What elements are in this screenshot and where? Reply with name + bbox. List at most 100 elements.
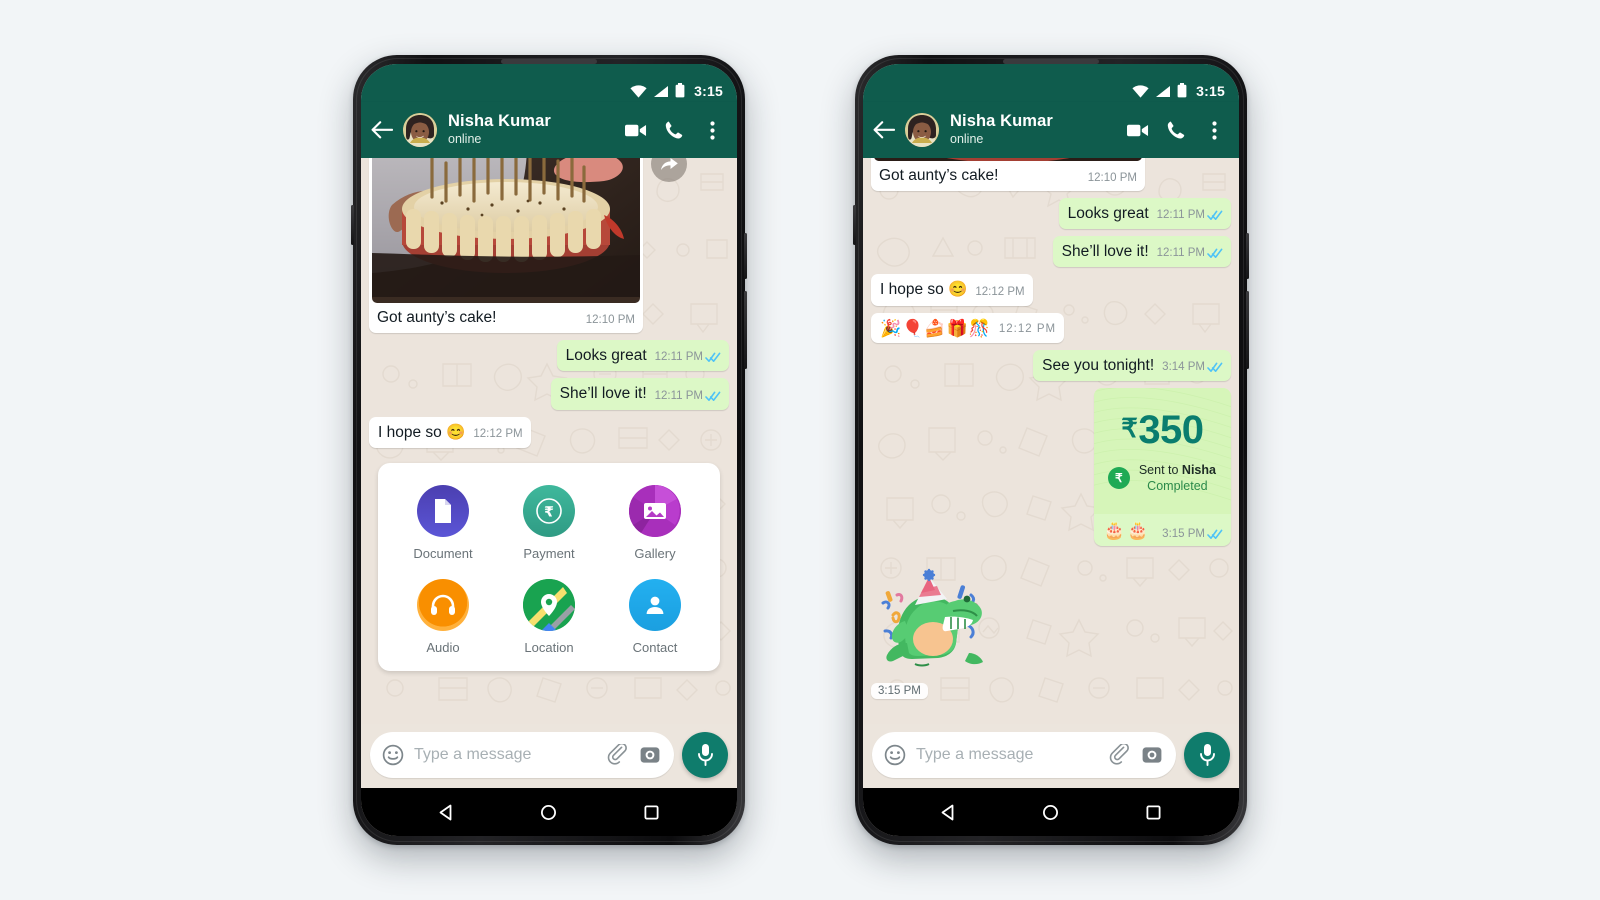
message-input-field[interactable]: Type a message <box>916 746 1098 764</box>
emoji-button[interactable] <box>883 743 907 767</box>
triangle-back-icon <box>941 804 954 820</box>
message-row: 🎉🎈🍰🎁🎊 12:12 PM <box>871 312 1231 344</box>
attachment-label: Audio <box>426 639 460 655</box>
nav-home-button[interactable] <box>538 801 560 823</box>
power-button[interactable] <box>744 233 747 279</box>
forward-arrow-icon <box>660 158 678 170</box>
chat-body-left[interactable]: Got aunty’s cake! 12:10 PM Looks great 1… <box>361 158 737 724</box>
message-meta: 12:11 PM <box>1157 208 1223 224</box>
photo-icon <box>644 502 666 519</box>
video-camera-icon <box>625 124 647 136</box>
gallery-icon-circle <box>629 484 681 537</box>
message-text: I hope so 😊 <box>378 423 466 441</box>
payment-status-row: ₹ Sent to Nisha Completed <box>1094 450 1231 496</box>
contact-info[interactable]: Nisha Kumar online <box>448 112 617 147</box>
side-button[interactable] <box>744 291 747 369</box>
back-button[interactable] <box>369 117 395 143</box>
camera-icon <box>1142 747 1162 763</box>
attachment-option-location[interactable]: Location <box>496 578 602 655</box>
text-message-bubble[interactable]: See you tonight! 3:14 PM <box>1033 350 1231 382</box>
message-meta: 3:14 PM <box>1162 360 1223 376</box>
voice-call-button[interactable] <box>1165 119 1187 141</box>
chat-body-right[interactable]: Got aunty’s cake! 12:10 PM Looks great 1… <box>863 158 1239 724</box>
audio-icon-circle <box>417 578 469 631</box>
text-message-bubble[interactable]: I hope so 😊 12:12 PM <box>871 274 1033 306</box>
avatar-photo <box>403 113 437 147</box>
message-input-pill[interactable]: Type a message <box>872 732 1176 778</box>
message-text: She’ll love it! <box>559 385 647 403</box>
contact-name: Nisha Kumar <box>448 112 551 131</box>
voice-record-button[interactable] <box>682 732 728 778</box>
attachment-option-payment[interactable]: ₹ Payment <box>496 484 602 561</box>
volume-button[interactable] <box>351 205 354 245</box>
attach-button[interactable] <box>1107 743 1131 767</box>
overflow-menu-button[interactable] <box>701 119 723 141</box>
message-list-left: Got aunty’s cake! 12:10 PM Looks great 1… <box>361 158 737 724</box>
voice-record-button[interactable] <box>1184 732 1230 778</box>
text-message-bubble[interactable]: I hope so 😊 12:12 PM <box>369 416 531 448</box>
message-input-field[interactable]: Type a message <box>414 746 596 764</box>
attachment-option-document[interactable]: Document <box>390 484 496 561</box>
emoji-message-bubble[interactable]: 🎉🎈🍰🎁🎊 12:12 PM <box>871 312 1065 344</box>
video-call-button[interactable] <box>625 119 647 141</box>
emoji-button[interactable] <box>381 743 405 767</box>
payment-sent-prefix: Sent to <box>1138 463 1182 478</box>
attach-button[interactable] <box>605 743 629 767</box>
attachment-label: Gallery <box>634 545 676 561</box>
read-receipt-icon <box>1207 249 1223 259</box>
forward-button[interactable] <box>651 158 687 182</box>
avatar[interactable] <box>403 113 437 147</box>
video-call-button[interactable] <box>1127 119 1149 141</box>
message-time: 3:15 PM <box>1162 528 1205 541</box>
back-button[interactable] <box>871 117 897 143</box>
sticker-message[interactable]: 3:15 PM <box>871 559 999 700</box>
payment-message-bubble[interactable]: ₹350 ₹ Sent to Nisha Completed 🎂🎂 3:15 P… <box>1093 388 1231 547</box>
attachment-option-gallery[interactable]: Gallery <box>602 484 708 561</box>
circle-home-icon <box>541 804 557 820</box>
nav-recents-button[interactable] <box>641 801 663 823</box>
nav-recents-button[interactable] <box>1143 801 1165 823</box>
nav-home-button[interactable] <box>1040 801 1062 823</box>
power-button[interactable] <box>1246 233 1249 279</box>
message-meta: 12:12 PM <box>999 322 1056 338</box>
attachment-panel[interactable]: Document ₹ Payment Gallery Audio Locatio… <box>378 462 720 671</box>
nav-back-button[interactable] <box>435 801 457 823</box>
message-emoji-text: 🎉🎈🍰🎁🎊 <box>880 318 991 338</box>
contact-info[interactable]: Nisha Kumar online <box>950 112 1119 147</box>
android-nav-bar <box>863 788 1239 836</box>
nav-back-button[interactable] <box>937 801 959 823</box>
chat-header: Nisha Kumar online <box>863 102 1239 158</box>
text-message-bubble[interactable]: She’ll love it! 12:11 PM <box>1052 236 1231 268</box>
camera-button[interactable] <box>638 743 662 767</box>
attachment-label: Contact <box>632 639 678 655</box>
payment-icon-circle: ₹ <box>523 484 575 537</box>
message-row: ₹350 ₹ Sent to Nisha Completed 🎂🎂 3:15 P… <box>871 388 1231 547</box>
overflow-menu-button[interactable] <box>1203 119 1225 141</box>
volume-button[interactable] <box>853 205 856 245</box>
rupee-coin-icon: ₹ <box>536 497 562 524</box>
camera-button[interactable] <box>1140 743 1164 767</box>
message-row: Looks great 12:11 PM <box>369 340 729 372</box>
side-button[interactable] <box>1246 291 1249 369</box>
image-caption-text: Got aunty’s cake! <box>879 167 999 184</box>
text-message-bubble[interactable]: She’ll love it! 12:11 PM <box>550 378 729 410</box>
message-meta: 3:15 PM <box>1162 528 1223 541</box>
triangle-back-icon <box>439 804 452 820</box>
text-message-bubble[interactable]: Looks great 12:11 PM <box>556 340 729 372</box>
image-message-bubble[interactable]: Got aunty’s cake! 12:10 PM <box>871 158 1145 192</box>
avatar[interactable] <box>905 113 939 147</box>
attachment-option-contact[interactable]: Contact <box>602 578 708 655</box>
image-message-bubble[interactable]: Got aunty’s cake! 12:10 PM <box>369 158 687 334</box>
message-list-right: Got aunty’s cake! 12:10 PM Looks great 1… <box>863 158 1239 724</box>
svg-text:₹: ₹ <box>544 504 554 520</box>
message-text: Looks great <box>565 347 647 365</box>
screenshot-stage: 3:15 Nisha Kumar online Got aunty’s cake… <box>0 0 1600 900</box>
cake-photo[interactable] <box>372 158 640 304</box>
voice-call-button[interactable] <box>663 119 685 141</box>
message-text: She’ll love it! <box>1061 243 1149 261</box>
attachment-option-audio[interactable]: Audio <box>390 578 496 655</box>
wifi-icon <box>1132 85 1149 98</box>
text-message-bubble[interactable]: Looks great 12:11 PM <box>1058 198 1231 230</box>
message-input-pill[interactable]: Type a message <box>370 732 674 778</box>
party-dinosaur-sticker[interactable] <box>871 559 999 679</box>
